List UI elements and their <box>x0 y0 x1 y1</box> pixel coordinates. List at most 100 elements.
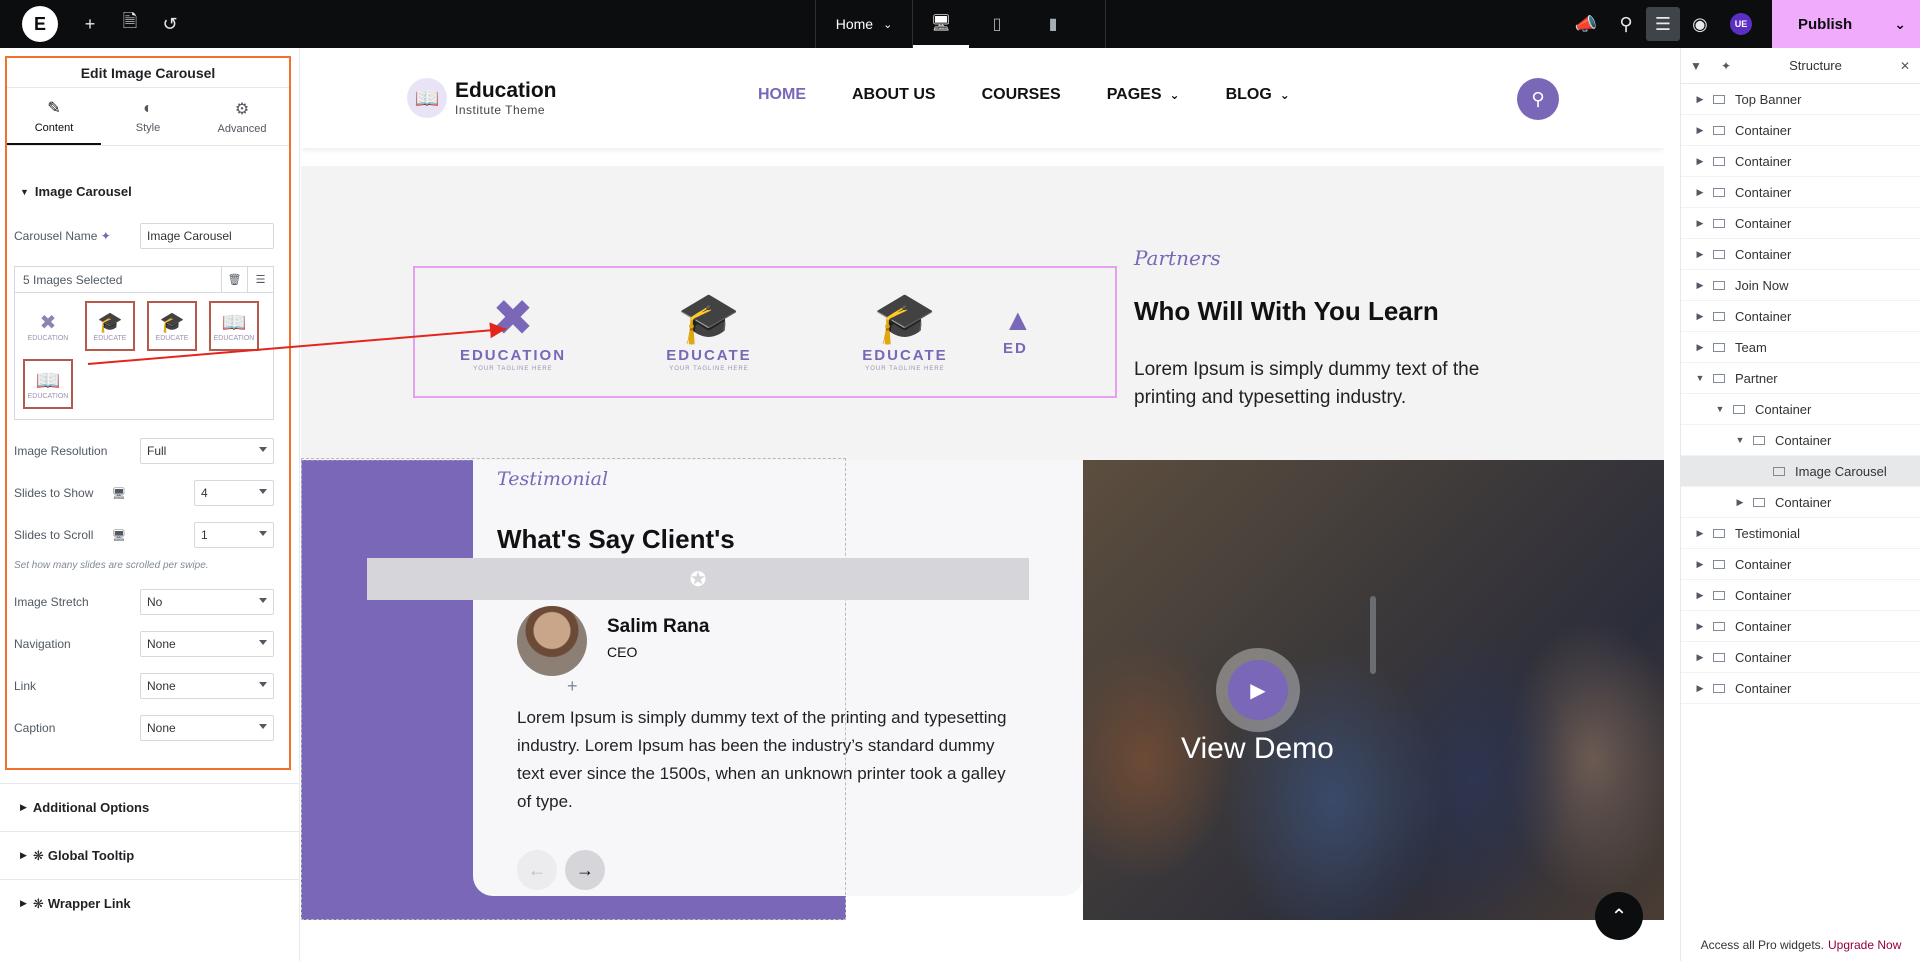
desktop-icon[interactable]: 🖥 <box>112 487 126 500</box>
caret-right-icon[interactable]: ▶ <box>1695 652 1705 663</box>
structure-item[interactable]: ▶ Container <box>1681 208 1920 239</box>
structure-item[interactable]: ▶ Container <box>1681 549 1920 580</box>
caret-right-icon[interactable]: ▶ <box>1735 497 1745 508</box>
database-icon[interactable]: ☰ <box>247 267 273 292</box>
history-icon[interactable]: ↺ <box>150 4 190 44</box>
add-icon[interactable]: + <box>567 676 578 697</box>
section-image-carousel[interactable]: ▼ Image Carousel <box>6 184 146 199</box>
carousel-name-input[interactable]: Image Carousel <box>140 223 274 249</box>
link-select[interactable]: None <box>140 673 274 699</box>
structure-item[interactable]: ▶ Container <box>1681 642 1920 673</box>
collapse-all-icon[interactable]: ▼ <box>1681 59 1711 73</box>
caption-select[interactable]: None <box>140 715 274 741</box>
gallery-thumb[interactable]: 🎓 EDUCATE <box>147 301 197 351</box>
tablet-icon[interactable]: ▯ <box>969 0 1025 48</box>
structure-item[interactable]: Image Carousel <box>1681 456 1920 487</box>
publish-button[interactable]: Publish ⌄ <box>1772 0 1920 48</box>
upgrade-link[interactable]: Upgrade Now <box>1828 938 1901 952</box>
caret-right-icon[interactable]: ▶ <box>1695 311 1705 322</box>
site-search-button[interactable]: ⚲ <box>1517 78 1559 120</box>
page-settings-icon[interactable]: 🗎 <box>110 4 150 44</box>
gallery-thumb[interactable]: 📖 EDUCATION <box>209 301 259 351</box>
nav-about[interactable]: ABOUT US <box>852 86 936 104</box>
caret-right-icon[interactable]: ▶ <box>1695 342 1705 353</box>
scroll-to-top-button[interactable]: ⌃ <box>1595 892 1643 940</box>
prev-arrow-button[interactable]: ← <box>517 850 557 890</box>
nav-home[interactable]: HOME <box>758 86 806 104</box>
caret-right-icon[interactable]: ▶ <box>1695 125 1705 136</box>
caret-right-icon[interactable]: ▶ <box>1695 218 1705 229</box>
canvas-scrollbar[interactable] <box>1370 596 1376 674</box>
nav-pages[interactable]: PAGES ⌄ <box>1107 86 1180 104</box>
caret-right-icon[interactable]: ▶ <box>1695 249 1705 260</box>
slides-to-show-select[interactable]: 4 <box>194 480 274 506</box>
structure-item[interactable]: ▶ Team <box>1681 332 1920 363</box>
close-icon[interactable]: ✕ <box>1890 59 1920 73</box>
preview-eye-icon[interactable]: ◉ <box>1680 4 1720 44</box>
site-brand[interactable]: 📖 Education Institute Theme <box>407 78 557 118</box>
search-icon[interactable]: ⚲ <box>1606 4 1646 44</box>
chevron-down-icon[interactable]: ⌄ <box>1894 16 1906 33</box>
carousel-slide[interactable]: ✖ EDUCATION YOUR TAGLINE HERE <box>415 293 611 372</box>
structure-item[interactable]: ▶ Join Now <box>1681 270 1920 301</box>
structure-item[interactable]: ▶ Container <box>1681 301 1920 332</box>
structure-item[interactable]: ▶ Container <box>1681 115 1920 146</box>
caret-down-icon[interactable]: ▼ <box>1735 435 1745 445</box>
tab-advanced[interactable]: ⚙ Advanced <box>195 88 289 145</box>
desktop-icon[interactable]: 🖥 <box>913 0 969 48</box>
add-element-icon[interactable]: + <box>70 4 110 44</box>
gallery-control[interactable]: 5 Images Selected 🗑 ☰ ✖ EDUCATION 🎓 EDUCAT… <box>14 266 274 420</box>
caret-right-icon[interactable]: ▶ <box>1695 528 1705 539</box>
structure-icon[interactable]: ☰ <box>1646 7 1680 41</box>
carousel-slide[interactable]: ▲ ED <box>1003 305 1063 359</box>
caret-right-icon[interactable]: ▶ <box>1695 621 1705 632</box>
next-arrow-button[interactable]: → <box>565 850 605 890</box>
user-avatar[interactable]: UE <box>1730 13 1752 35</box>
slides-to-scroll-select[interactable]: 1 <box>194 522 274 548</box>
sparkle-icon[interactable]: ✦ <box>1711 59 1741 73</box>
gallery-thumb[interactable]: 🎓 EDUCATE <box>85 301 135 351</box>
caret-right-icon[interactable]: ▶ <box>1695 94 1705 105</box>
gallery-thumb[interactable]: ✖ EDUCATION <box>23 301 73 351</box>
caret-right-icon[interactable]: ▶ <box>1695 187 1705 198</box>
tab-style[interactable]: ◐ Style <box>101 88 195 145</box>
play-button[interactable]: ▶ <box>1216 648 1300 732</box>
caret-down-icon[interactable]: ▼ <box>1715 404 1725 414</box>
image-carousel-widget[interactable]: ✖ EDUCATION YOUR TAGLINE HERE 🎓 EDUCATE YOUR… <box>413 266 1117 398</box>
caret-right-icon[interactable]: ▶ <box>1695 683 1705 694</box>
nav-courses[interactable]: COURSES <box>982 86 1061 104</box>
image-stretch-select[interactable]: No <box>140 589 274 615</box>
tab-content[interactable]: ✎ Content <box>7 88 101 145</box>
caret-right-icon[interactable]: ▶ <box>1695 590 1705 601</box>
carousel-slide[interactable]: 🎓 EDUCATE YOUR TAGLINE HERE <box>807 293 1003 372</box>
ai-sparkle-icon[interactable]: ✦ <box>101 229 111 243</box>
structure-item[interactable]: ▶ Container <box>1681 580 1920 611</box>
caret-right-icon[interactable]: ▶ <box>1695 280 1705 291</box>
structure-item[interactable]: ▶ Testimonial <box>1681 518 1920 549</box>
structure-item[interactable]: ▶ Container <box>1681 673 1920 704</box>
navigation-select[interactable]: None <box>140 631 274 657</box>
elementor-logo-icon[interactable]: E <box>22 6 58 42</box>
nav-blog[interactable]: BLOG ⌄ <box>1226 86 1290 104</box>
whats-new-icon[interactable]: 📣 <box>1566 4 1606 44</box>
mobile-icon[interactable]: ▮ <box>1025 0 1081 48</box>
section-global-tooltip[interactable]: ▶ ❋ Global Tooltip <box>0 831 300 879</box>
section-additional-options[interactable]: ▶ Additional Options <box>0 783 300 831</box>
carousel-slide[interactable]: 🎓 EDUCATE YOUR TAGLINE HERE <box>611 293 807 372</box>
structure-item[interactable]: ▶ Top Banner <box>1681 84 1920 115</box>
structure-item[interactable]: ▼ Container <box>1681 425 1920 456</box>
structure-item[interactable]: ▶ Container <box>1681 146 1920 177</box>
structure-item[interactable]: ▼ Container <box>1681 394 1920 425</box>
structure-item[interactable]: ▶ Container <box>1681 239 1920 270</box>
image-resolution-select[interactable]: Full <box>140 438 274 464</box>
caret-right-icon[interactable]: ▶ <box>1695 156 1705 167</box>
trash-icon[interactable]: 🗑 <box>221 267 247 292</box>
structure-item[interactable]: ▼ Partner <box>1681 363 1920 394</box>
structure-item[interactable]: ▶ Container <box>1681 611 1920 642</box>
gallery-thumb[interactable]: 📖 EDUCATION <box>23 359 73 409</box>
caret-down-icon[interactable]: ▼ <box>1695 373 1705 383</box>
structure-item[interactable]: ▶ Container <box>1681 487 1920 518</box>
page-selector[interactable]: Home ⌄ <box>816 0 912 48</box>
caret-right-icon[interactable]: ▶ <box>1695 559 1705 570</box>
structure-item[interactable]: ▶ Container <box>1681 177 1920 208</box>
